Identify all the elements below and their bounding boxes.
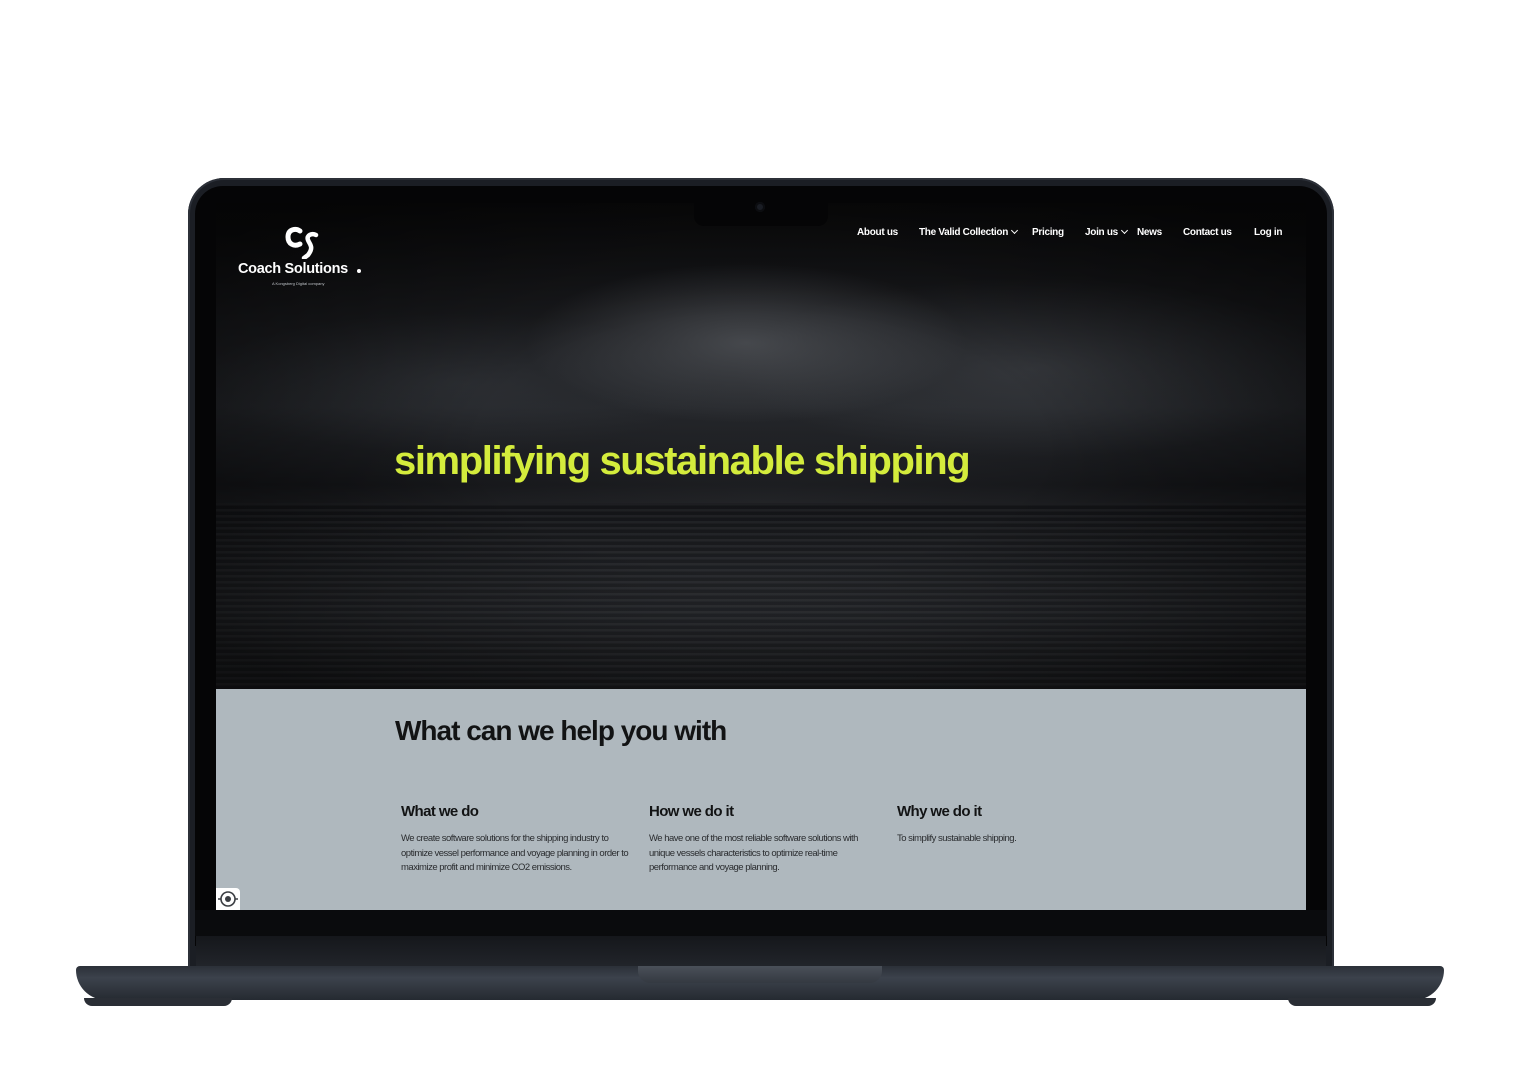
laptop-foot [1288,998,1436,1006]
column-heading: How we do it [649,803,734,820]
column-body: We create software solutions for the shi… [401,833,629,873]
column-how-we-do-it: How we do it We have one of the most rel… [649,803,869,876]
column-what-we-do: What we do We create software solutions … [401,803,631,876]
column-heading: Why we do it [897,803,982,820]
laptop-foot [84,998,232,1006]
chevron-down-icon [1010,226,1019,235]
hero-section: Coach Solutions A Kongsberg Digital comp… [216,203,1306,689]
website-screen: Coach Solutions A Kongsberg Digital comp… [216,203,1306,910]
main-nav: About us The Valid Collection Pricing Jo… [216,226,1306,243]
bottom-bezel [195,910,1327,936]
nav-the-valid-collection[interactable]: The Valid Collection [919,226,1019,238]
laptop-mockup: Coach Solutions A Kongsberg Digital comp… [0,0,1520,1076]
nav-join-us[interactable]: Join us [1085,226,1128,238]
camera-icon [755,202,765,212]
laptop-hinge [196,936,1326,968]
hero-headline: simplifying sustainable shipping [394,439,971,483]
accessibility-icon [218,891,238,907]
column-body: To simplify sustainable shipping. [897,833,1017,844]
nav-log-in[interactable]: Log in [1254,227,1283,238]
column-body: We have one of the most reliable softwar… [649,833,858,873]
nav-news[interactable]: News [1137,227,1162,238]
brand-name: Coach Solutions [238,261,348,277]
registered-mark [357,269,361,273]
column-why-we-do-it: Why we do it To simplify sustainable shi… [897,803,1127,847]
laptop-opening-notch [638,966,882,983]
nav-pricing[interactable]: Pricing [1032,227,1064,238]
brand-tagline: A Kongsberg Digital company [272,281,325,286]
column-heading: What we do [401,803,479,820]
help-section-title: What can we help you with [395,715,727,746]
nav-contact-us[interactable]: Contact us [1183,227,1232,238]
nav-about-us[interactable]: About us [857,227,898,238]
chevron-down-icon [1120,226,1128,235]
accessibility-button[interactable] [216,888,240,910]
help-section: What can we help you with What we do We … [216,689,1306,910]
